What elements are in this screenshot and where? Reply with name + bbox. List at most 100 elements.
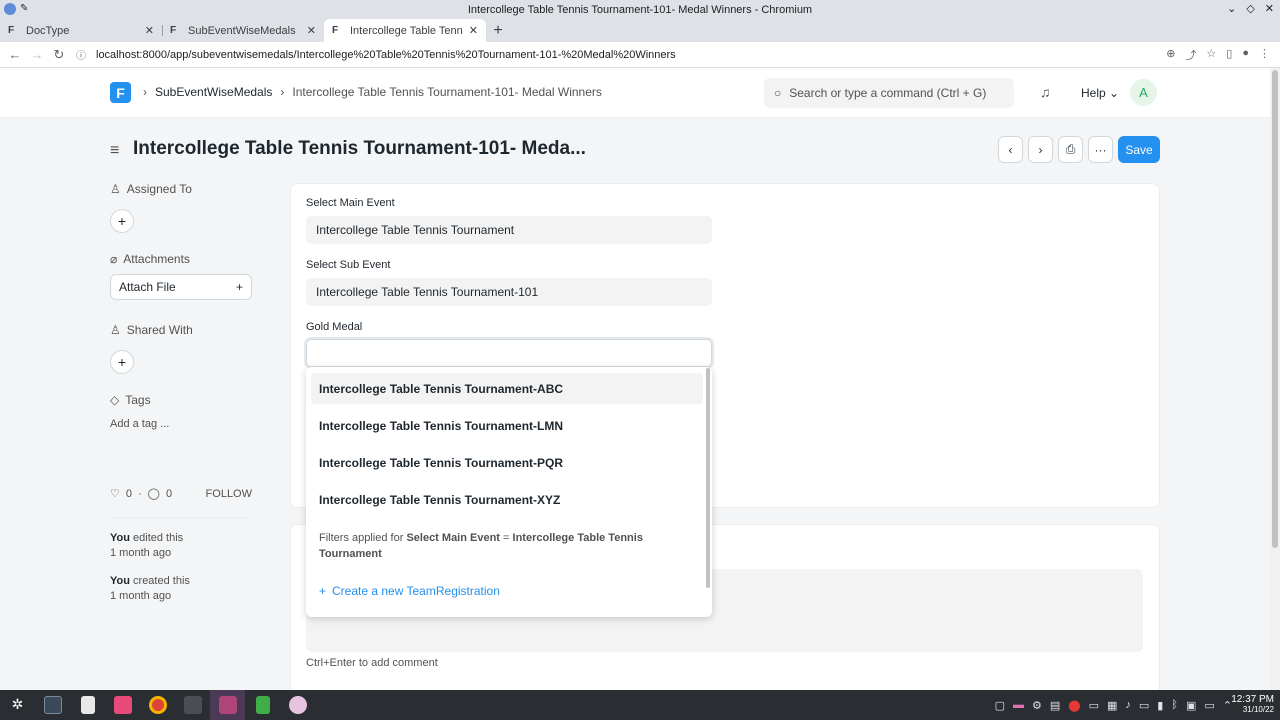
tab-medal-winners[interactable]: F Intercollege Table Tennis To ✕	[324, 19, 486, 42]
url-field[interactable]: localhost:8000/app/subeventwisemedals/In…	[96, 44, 676, 66]
heart-icon[interactable]: ♡	[110, 487, 120, 500]
bluetooth-icon[interactable]: ᛒ	[1171, 699, 1178, 711]
previous-doc-button[interactable]: ‹	[998, 136, 1023, 163]
clock[interactable]: 12:37 PM 31/10/22	[1231, 695, 1274, 715]
assigned-to-heading: ♙ Assigned To	[110, 182, 192, 196]
page-scrollbar[interactable]	[1270, 68, 1280, 690]
print-button[interactable]: ⎙	[1058, 136, 1083, 163]
avatar[interactable]: A	[1130, 79, 1157, 106]
active-app-icon[interactable]	[210, 690, 245, 720]
terminal-icon[interactable]	[175, 690, 210, 720]
battery-icon[interactable]: ▭	[1139, 699, 1149, 712]
frappe-favicon-icon: F	[8, 24, 15, 36]
minimize-icon[interactable]: ⌄	[1227, 2, 1236, 15]
tab-label: DocType	[26, 24, 70, 37]
clipboard-icon[interactable]: ▤	[1050, 699, 1060, 712]
media-app-icon[interactable]	[280, 690, 315, 720]
volume-icon[interactable]: ♪	[1125, 699, 1131, 711]
reload-icon[interactable]: ↻	[48, 47, 70, 63]
app-navbar: F › SubEventWiseMedals › Intercollege Ta…	[0, 68, 1270, 118]
files-app-icon[interactable]	[70, 690, 105, 720]
spreadsheet-icon[interactable]	[245, 690, 280, 720]
device-icon[interactable]: ▭	[1089, 699, 1099, 712]
add-share-button[interactable]: +	[110, 350, 134, 374]
profile-icon[interactable]: ●	[1242, 47, 1249, 63]
dropdown-option[interactable]: Intercollege Table Tennis Tournament-ABC	[311, 373, 703, 404]
breadcrumb-doctype[interactable]: SubEventWiseMedals	[155, 85, 272, 99]
help-dropdown[interactable]: Help ⌄	[1081, 86, 1119, 100]
tag-icon: ◇	[110, 393, 120, 407]
attach-file-button[interactable]: Attach File +	[110, 274, 252, 300]
add-tag-link[interactable]: Add a tag ...	[110, 418, 252, 430]
network-icon[interactable]: ▭	[1204, 699, 1214, 712]
frappe-logo[interactable]: F	[110, 82, 131, 103]
follow-button[interactable]: FOLLOW	[206, 488, 252, 500]
side-panel-icon[interactable]: ▯	[1226, 47, 1232, 63]
tags-heading: ◇ Tags	[110, 393, 151, 407]
main-event-input[interactable]: Intercollege Table Tennis Tournament	[306, 216, 712, 244]
new-tab-button[interactable]: +	[486, 19, 510, 42]
app-launcher-icon[interactable]: ✲	[0, 690, 35, 720]
browser-menu-icon[interactable]: ⋮	[1259, 47, 1270, 63]
tab-label: Intercollege Table Tennis To	[350, 24, 463, 37]
paperclip-icon: ⌀	[110, 252, 118, 266]
window-titlebar: ✎ Intercollege Table Tennis Tournament-1…	[0, 0, 1280, 19]
settings-icon[interactable]: ⚙	[1032, 699, 1042, 712]
dropdown-option[interactable]: Intercollege Table Tennis Tournament-LMN	[311, 410, 703, 441]
shared-with-heading: ♙ Shared With	[110, 323, 193, 337]
more-menu-button[interactable]: ···	[1088, 136, 1113, 163]
sub-event-input[interactable]: Intercollege Table Tennis Tournament-101	[306, 278, 712, 306]
chevron-down-icon: ⌄	[1109, 86, 1120, 100]
system-tray: ▢ ▬ ⚙ ▤ ⬤ ▭ ▦ ♪ ▭ ▮ ᛒ ▣ ▭ ⌃	[995, 690, 1232, 720]
maximize-icon[interactable]: ◇	[1246, 2, 1254, 15]
tab-close-icon[interactable]: ✕	[307, 24, 316, 37]
back-icon[interactable]: ←	[4, 47, 26, 62]
add-assignee-button[interactable]: +	[110, 209, 134, 233]
close-window-icon[interactable]: ✕	[1265, 2, 1274, 15]
window-title: Intercollege Table Tennis Tournament-101…	[467, 3, 813, 16]
awesomplete-dropdown: Intercollege Table Tennis Tournament-ABC…	[306, 367, 712, 617]
lock-icon[interactable]: ▣	[1186, 699, 1196, 712]
dropdown-scrollbar[interactable]	[706, 368, 710, 588]
zoom-icon[interactable]: ⊕	[1166, 47, 1175, 63]
color-picker-icon[interactable]: ▬	[1013, 699, 1024, 711]
tab-subeventwisemedals[interactable]: F SubEventWiseMedals ✕	[162, 19, 324, 42]
file-manager-icon[interactable]	[105, 690, 140, 720]
forward-icon[interactable]: →	[26, 47, 48, 62]
plus-icon: +	[319, 584, 327, 598]
create-new-link[interactable]: + Create a new TeamRegistration	[319, 584, 500, 598]
sidebar-toggle-icon[interactable]: ≡	[110, 142, 119, 160]
awesomebar-search-input[interactable]: ○ Search or type a command (Ctrl + G)	[764, 78, 1014, 108]
notes-icon[interactable]: ▦	[1107, 699, 1117, 712]
tab-close-icon[interactable]: ✕	[469, 24, 478, 37]
breadcrumb: › SubEventWiseMedals › Intercollege Tabl…	[143, 85, 602, 99]
filters-applied-note: Filters applied for Select Main Event = …	[319, 532, 643, 560]
gold-medal-input[interactable]	[306, 339, 712, 367]
comment-icon: ◯	[147, 488, 160, 500]
bookmark-star-icon[interactable]: ☆	[1206, 47, 1216, 63]
window-icon[interactable]: ▢	[995, 699, 1005, 712]
activity-created: You created this 1 month ago	[110, 575, 190, 602]
scrollbar-thumb[interactable]	[1272, 70, 1278, 548]
storage-icon[interactable]: ▮	[1157, 699, 1163, 712]
chrome-icon[interactable]	[140, 690, 175, 720]
save-button[interactable]: Save	[1118, 136, 1160, 163]
tab-close-icon[interactable]: ✕	[145, 24, 154, 37]
users-icon: ♙	[110, 323, 121, 337]
frappe-favicon-icon: F	[170, 24, 177, 36]
shield-icon[interactable]: ⬤	[1068, 699, 1080, 712]
address-bar: ← → ↻ ⓘ localhost:8000/app/subeventwisem…	[0, 42, 1280, 68]
next-doc-button[interactable]: ›	[1028, 136, 1053, 163]
share-icon[interactable]: ⤴	[1185, 47, 1196, 63]
notification-bell-icon[interactable]: ♫	[1040, 84, 1051, 100]
dropdown-option[interactable]: Intercollege Table Tennis Tournament-PQR	[311, 447, 703, 478]
site-info-icon[interactable]: ⓘ	[70, 47, 92, 62]
settings-app-icon[interactable]	[35, 690, 70, 720]
dropdown-option[interactable]: Intercollege Table Tennis Tournament-XYZ	[311, 484, 703, 515]
likes-comments-row: ♡ 0 · ◯ 0 FOLLOW	[110, 487, 252, 501]
window-menu-icons[interactable]: ✎	[4, 3, 32, 15]
breadcrumb-document[interactable]: Intercollege Table Tennis Tournament-101…	[292, 85, 602, 99]
tab-label: SubEventWiseMedals	[188, 24, 296, 37]
tab-doctype[interactable]: F DocType ✕	[0, 19, 162, 42]
main-event-label: Select Main Event	[306, 197, 395, 209]
